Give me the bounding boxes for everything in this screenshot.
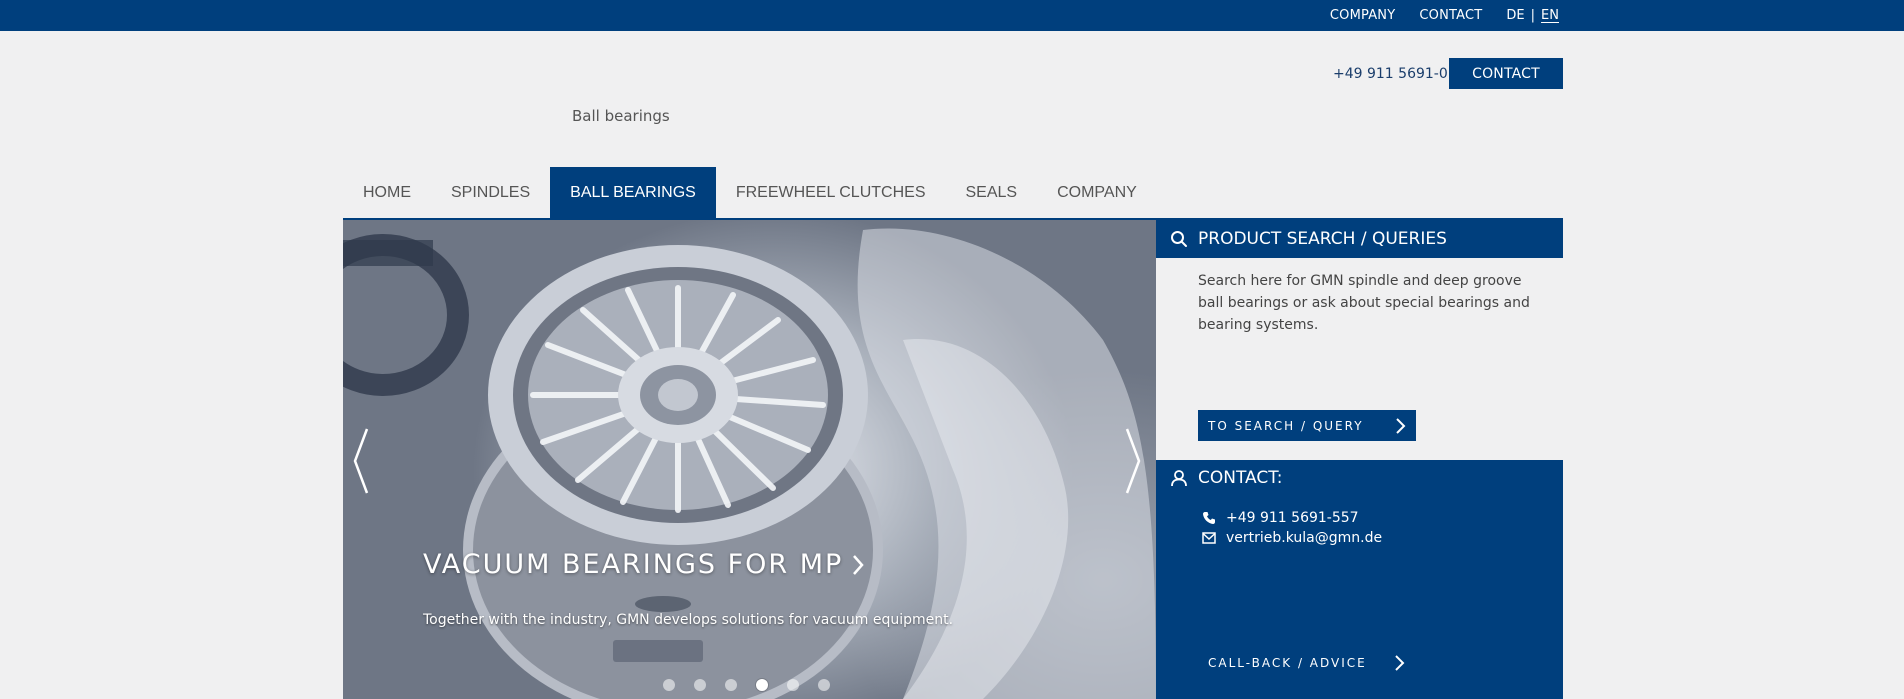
- slider-dot[interactable]: [818, 679, 830, 691]
- page-tagline: Ball bearings: [572, 107, 670, 125]
- lang-de-link[interactable]: DE: [1506, 8, 1524, 23]
- nav-item-spindles[interactable]: SPINDLES: [431, 167, 550, 218]
- chevron-right-icon: [1395, 655, 1405, 671]
- callback-advice-label: CALL-BACK / ADVICE: [1208, 656, 1367, 670]
- top-link-contact[interactable]: CONTACT: [1419, 8, 1482, 23]
- lang-en-link[interactable]: EN: [1541, 8, 1559, 23]
- top-link-company[interactable]: COMPANY: [1330, 8, 1396, 23]
- main-nav: HOME SPINDLES BALL BEARINGS FREEWHEEL CL…: [343, 167, 1157, 218]
- contact-email: vertrieb.kula@gmn.de: [1226, 530, 1383, 546]
- language-switcher: DE | EN: [1506, 8, 1559, 23]
- nav-item-company[interactable]: COMPANY: [1037, 167, 1157, 218]
- slider-dot-active[interactable]: [756, 679, 768, 691]
- chevron-left-icon[interactable]: [351, 425, 371, 497]
- contact-panel: CONTACT: +49 911 5691-557 vertrieb.kula@…: [1156, 460, 1563, 699]
- search-query-button-label: TO SEARCH / QUERY: [1208, 418, 1364, 433]
- callback-advice-button[interactable]: CALL-BACK / ADVICE: [1208, 654, 1405, 672]
- top-bar: COMPANY CONTACT DE | EN: [0, 0, 1904, 31]
- nav-item-ball-bearings[interactable]: BALL BEARINGS: [550, 167, 716, 218]
- chevron-right-icon[interactable]: [1123, 425, 1143, 497]
- contact-phone: +49 911 5691-557: [1226, 510, 1359, 526]
- header-phone[interactable]: +49 911 5691-0: [1333, 66, 1448, 82]
- slider-dot[interactable]: [787, 679, 799, 691]
- product-search-title: PRODUCT SEARCH / QUERIES: [1198, 229, 1447, 249]
- nav-item-seals[interactable]: SEALS: [945, 167, 1037, 218]
- contact-email-row[interactable]: vertrieb.kula@gmn.de: [1202, 530, 1382, 546]
- lang-separator: |: [1530, 8, 1536, 23]
- product-search-description: Search here for GMN spindle and deep gro…: [1198, 273, 1530, 333]
- hero-subtitle: Together with the industry, GMN develops…: [423, 612, 954, 628]
- nav-item-freewheel-clutches[interactable]: FREEWHEEL CLUTCHES: [716, 167, 946, 218]
- contact-panel-title: CONTACT:: [1198, 468, 1283, 488]
- product-search-header: PRODUCT SEARCH / QUERIES: [1156, 220, 1563, 258]
- search-icon: [1171, 231, 1187, 247]
- nav-item-home[interactable]: HOME: [343, 167, 431, 218]
- slider-dot[interactable]: [725, 679, 737, 691]
- product-search-panel: PRODUCT SEARCH / QUERIES Search here for…: [1156, 220, 1563, 460]
- slider-dots: [663, 679, 830, 691]
- contact-button[interactable]: CONTACT: [1449, 58, 1563, 89]
- search-query-button[interactable]: TO SEARCH / QUERY: [1198, 410, 1416, 441]
- hero-slider: VACUUM BEARINGS FOR MP Together with the…: [343, 220, 1156, 699]
- mail-icon: [1202, 532, 1216, 544]
- slider-dot[interactable]: [663, 679, 675, 691]
- chevron-right-icon: [853, 554, 864, 575]
- top-links: COMPANY CONTACT DE | EN: [1330, 0, 1559, 31]
- contact-panel-header: CONTACT:: [1170, 468, 1282, 488]
- phone-icon: [1203, 512, 1215, 524]
- user-icon: [1171, 470, 1187, 487]
- contact-phone-row[interactable]: +49 911 5691-557: [1202, 510, 1359, 526]
- hero-title-link[interactable]: VACUUM BEARINGS FOR MP: [423, 549, 865, 580]
- chevron-right-icon: [1396, 417, 1406, 434]
- slider-dot[interactable]: [694, 679, 706, 691]
- hero-title: VACUUM BEARINGS FOR MP: [423, 549, 844, 580]
